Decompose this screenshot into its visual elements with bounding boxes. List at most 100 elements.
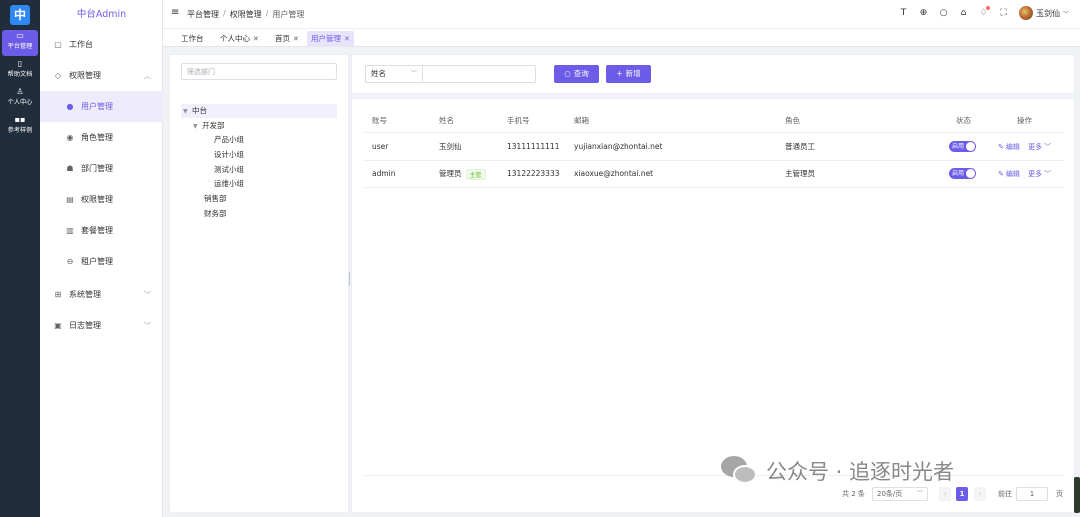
menu-item-users[interactable]: ● 用户管理 — [40, 91, 163, 122]
app-logo: 中 — [10, 5, 30, 25]
edit-link[interactable]: 编辑 — [1006, 143, 1020, 151]
cell-account: admin — [372, 169, 396, 178]
tree-node-design[interactable]: 设计小组 — [214, 148, 244, 162]
tab-label: 用户管理 — [311, 34, 341, 43]
rail-item-help[interactable]: ▯ 帮助文档 — [0, 58, 40, 84]
page-size-select[interactable]: 20条/页 ﹀ — [872, 487, 928, 501]
supervisor-badge: 主管 — [465, 168, 486, 180]
menu-item-label: 用户管理 — [81, 102, 113, 111]
query-button[interactable]: ○ 查询 — [554, 65, 599, 83]
tab-users[interactable]: 用户管理 ✕ — [307, 31, 354, 46]
menu-item-label: 系统管理 — [69, 290, 101, 299]
search-icon[interactable]: ○ — [938, 8, 949, 18]
tree-node-label: 运维小组 — [214, 179, 244, 188]
menu-item-logs[interactable]: ▣ 日志管理 ﹀ — [40, 310, 163, 341]
status-toggle[interactable]: 启用 — [949, 168, 976, 179]
menu-item-dashboard[interactable]: ▢ 工作台 — [40, 29, 163, 60]
app-rail: 中 ▭ 平台管理 ▯ 帮助文档 ♙ 个人中心 ▪▪ 参考样例 — [0, 0, 40, 517]
cell-role: 普通员工 — [785, 142, 815, 151]
page-unit-label: 页 — [1056, 490, 1063, 498]
search-input[interactable] — [422, 65, 536, 83]
tree-node-finance[interactable]: 财务部 — [204, 207, 227, 221]
edit-link[interactable]: 编辑 — [1006, 170, 1020, 178]
avatar — [1019, 6, 1033, 20]
row-divider — [364, 187, 1064, 188]
tree-node-label: 财务部 — [204, 209, 227, 218]
page-number-current[interactable]: 1 — [956, 487, 968, 501]
department-filter-input[interactable] — [181, 63, 337, 80]
cell-name: 玉剑仙 — [439, 142, 462, 151]
toggle-label: 启用 — [952, 170, 965, 177]
chevron-down-icon[interactable]: ﹀ — [1044, 143, 1051, 151]
status-toggle[interactable]: 启用 — [949, 141, 976, 152]
toggle-knob — [966, 142, 975, 151]
tree-node-root[interactable]: ▼ 中台 — [181, 104, 337, 118]
tree-node-test[interactable]: 测试小组 — [214, 163, 244, 177]
menu-item-label: 部门管理 — [81, 164, 113, 173]
rail-item-samples[interactable]: ▪▪ 参考样例 — [0, 114, 40, 140]
close-icon[interactable]: ✕ — [253, 35, 259, 43]
select-value: 姓名 — [371, 69, 386, 78]
column-header: 状态 — [956, 116, 971, 125]
log-icon: ▣ — [54, 321, 62, 330]
close-icon[interactable]: ✕ — [293, 35, 299, 43]
tab-profile[interactable]: 个人中心 ✕ — [216, 31, 263, 46]
tree-node-label: 设计小组 — [214, 150, 244, 159]
menu-item-departments[interactable]: ☗ 部门管理 — [40, 153, 163, 184]
breadcrumb-separator: / — [265, 9, 269, 18]
menu-item-permissions[interactable]: ◇ 权限管理 ︿ — [40, 60, 163, 91]
toggle-label: 启用 — [952, 143, 965, 150]
tree-node-label: 测试小组 — [214, 165, 244, 174]
tree-node-dev[interactable]: ▼ 开发部 — [193, 119, 225, 133]
chevron-down-icon[interactable]: ﹀ — [1044, 170, 1051, 178]
menu-item-roles[interactable]: ◉ 角色管理 — [40, 122, 163, 153]
fullscreen-icon[interactable]: ⛶ — [998, 8, 1009, 18]
notification-dot — [986, 6, 990, 10]
menu-item-packages[interactable]: ▥ 套餐管理 — [40, 215, 163, 246]
next-page-button[interactable]: › — [974, 487, 986, 501]
column-header: 操作 — [1017, 116, 1032, 125]
watermark: 公众号 · 追逐时光者 — [721, 456, 954, 486]
add-button[interactable]: + 新增 — [606, 65, 651, 83]
menu-toggle-icon[interactable]: ≡ — [171, 7, 179, 18]
menu-item-permission-list[interactable]: ▤ 权限管理 — [40, 184, 163, 215]
scrollbar-thumb[interactable] — [1074, 477, 1080, 513]
tab-home[interactable]: 首页 ✕ — [271, 31, 303, 46]
prev-page-button[interactable]: ‹ — [939, 487, 951, 501]
breadcrumb-item[interactable]: 平台管理 — [187, 9, 219, 20]
chevron-down-icon: ﹀ — [1063, 10, 1070, 18]
font-size-icon[interactable]: T — [898, 8, 909, 18]
bell-icon[interactable]: ♢ — [978, 6, 990, 18]
globe-icon[interactable]: ⊕ — [918, 8, 929, 18]
caret-down-icon[interactable]: ▼ — [193, 120, 202, 134]
goto-page-input[interactable]: 1 — [1016, 487, 1048, 501]
more-link[interactable]: 更多 — [1028, 143, 1042, 151]
cell-role: 主管理员 — [785, 169, 815, 178]
column-header: 手机号 — [507, 116, 530, 125]
tree-node-sales[interactable]: 销售部 — [204, 192, 227, 206]
caret-down-icon[interactable]: ▼ — [183, 105, 192, 119]
table-bottom-border — [364, 475, 1064, 476]
rail-item-label: 参考样例 — [7, 126, 33, 134]
rail-item-platform[interactable]: ▭ 平台管理 — [2, 30, 38, 56]
search-field-select[interactable]: 姓名 ﹀ — [365, 65, 423, 83]
breadcrumb-item[interactable]: 权限管理 — [230, 9, 262, 20]
tree-node-product[interactable]: 产品小组 — [214, 133, 244, 147]
org-chart-icon: ☗ — [66, 164, 74, 173]
menu-item-system[interactable]: ⊞ 系统管理 ﹀ — [40, 279, 163, 310]
shirt-icon[interactable]: ⌂ — [958, 8, 969, 18]
tab-dashboard[interactable]: 工作台 — [177, 31, 208, 46]
menu-item-tenants[interactable]: ⊖ 租户管理 — [40, 246, 163, 277]
tree-node-label: 开发部 — [202, 121, 225, 130]
user-menu[interactable]: 玉剑仙 ﹀ — [1019, 6, 1069, 20]
book-icon: ▯ — [17, 59, 23, 68]
close-icon[interactable]: ✕ — [344, 35, 350, 43]
tree-node-ops[interactable]: 运维小组 — [214, 177, 244, 191]
grid-icon: ▪▪ — [14, 115, 26, 124]
department-tree-panel: ▼中台 ▼开发部 产品小组 设计小组 测试小组 运维小组 销售部 财务部 — [169, 54, 349, 513]
rail-item-profile[interactable]: ♙ 个人中心 — [0, 86, 40, 112]
package-icon: ▥ — [66, 226, 74, 235]
column-header: 账号 — [372, 116, 387, 125]
plus-icon: + — [616, 69, 623, 78]
more-link[interactable]: 更多 — [1028, 170, 1042, 178]
